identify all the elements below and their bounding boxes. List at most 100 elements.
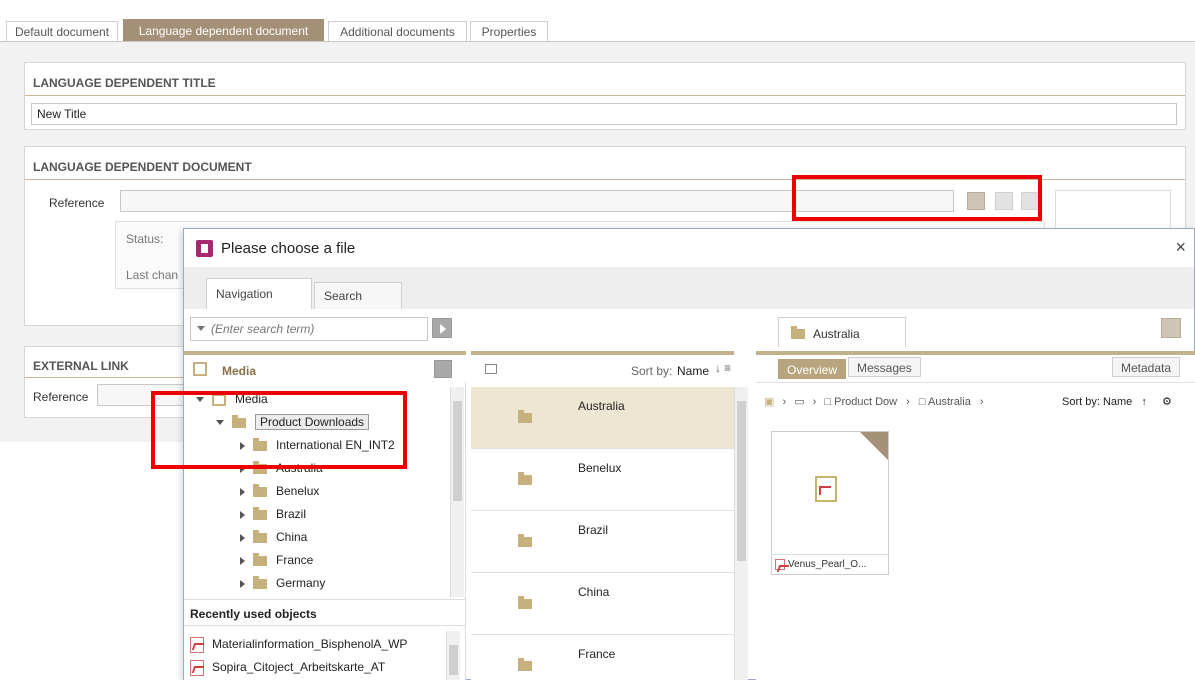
tree-node[interactable]: Brazil (240, 503, 306, 525)
list-item[interactable]: Brazil (471, 511, 734, 573)
highlight-box-tree (151, 391, 407, 469)
list-item-label: Australia (578, 399, 625, 413)
recent-scrollbar[interactable] (446, 631, 460, 680)
tab-properties[interactable]: Properties (470, 21, 548, 42)
chevron-right-icon: › (812, 396, 817, 408)
sort-label: Sort by: Name (1062, 396, 1133, 408)
file-chooser-icon (196, 240, 213, 257)
chevron-right-icon[interactable] (240, 510, 245, 519)
status-label: Status: (126, 232, 164, 246)
recent-item-label: Sopira_Citoject_Arbeitskarte_AT (212, 660, 386, 674)
external-link-heading: EXTERNAL LINK (33, 359, 129, 373)
dialog-tab-strip: Navigation Search (184, 267, 1194, 309)
folder-tab-label: Australia (813, 327, 860, 341)
tree-node[interactable]: China (240, 526, 307, 548)
sort-direction-icon[interactable]: ↓ (715, 361, 721, 375)
folder-icon (253, 506, 267, 520)
title-panel: LANGUAGE DEPENDENT TITLE New Title (24, 62, 1186, 130)
tree-scrollbar[interactable] (450, 387, 464, 597)
sort-direction-icon[interactable]: ↑ (1141, 396, 1147, 408)
tab-messages[interactable]: Messages (848, 357, 921, 377)
search-input[interactable]: (Enter search term) (190, 317, 428, 341)
chevron-right-icon[interactable] (240, 556, 245, 565)
recent-item[interactable]: Sopira_Citoject_Arbeitskarte_AT (190, 656, 385, 678)
tree-node[interactable]: Germany (240, 572, 325, 594)
view-settings-icon[interactable]: ⚙ (1162, 396, 1172, 408)
folder-icon (791, 326, 805, 339)
chevron-right-icon[interactable] (240, 487, 245, 496)
tree-node-label: Germany (276, 576, 326, 590)
list-view-icon[interactable]: ≡ (724, 361, 731, 375)
search-go-button[interactable] (432, 318, 452, 338)
folder-icon (518, 658, 532, 671)
folder-tab-australia[interactable]: Australia (778, 317, 906, 347)
list-item[interactable]: China (471, 573, 734, 635)
pdf-file-icon (775, 558, 785, 570)
list-item[interactable]: France (471, 635, 734, 680)
breadcrumb-item[interactable]: Australia (928, 396, 971, 408)
list-item[interactable]: Australia (471, 387, 734, 449)
tree-toggle-icon[interactable]: ▣ (764, 396, 774, 408)
scroll-thumb[interactable] (737, 401, 746, 561)
recent-objects-title: Recently used objects (190, 607, 317, 621)
eye-icon[interactable] (860, 432, 888, 460)
folder-icon: □ (918, 396, 926, 408)
pdf-file-icon (190, 636, 204, 653)
sort-value[interactable]: Name (677, 364, 709, 378)
media-icon[interactable]: ▭ (794, 396, 804, 408)
open-folder-button[interactable] (1161, 318, 1181, 338)
folder-icon (518, 596, 532, 609)
divider (184, 625, 466, 626)
sort-label: Sort by: (631, 364, 673, 378)
recent-item-label: Materialinformation_BisphenolA_WP (212, 637, 408, 651)
reference-label: Reference (49, 196, 105, 210)
recent-item[interactable]: Materialinformation_BisphenolA_WP (190, 633, 407, 655)
close-icon[interactable]: × (1175, 237, 1186, 258)
search-row: (Enter search term) Australia (184, 309, 1194, 349)
tab-additional-documents[interactable]: Additional documents (328, 21, 467, 42)
tab-metadata[interactable]: Metadata (1112, 357, 1181, 377)
breadcrumb-item[interactable]: Product Dow (834, 396, 897, 408)
file-thumbnail[interactable]: Venus_Pearl_O... (771, 431, 889, 575)
folder-icon (253, 575, 267, 589)
tree-node-label: China (276, 530, 308, 544)
document-panel-heading: LANGUAGE DEPENDENT DOCUMENT (33, 160, 252, 174)
chevron-right-icon: › (782, 396, 787, 408)
chevron-right-icon[interactable] (240, 579, 245, 588)
top-tab-strip: Default document Language dependent docu… (0, 0, 1195, 42)
scroll-thumb[interactable] (449, 645, 458, 675)
list-item-label: Brazil (578, 523, 609, 537)
tab-overview[interactable]: Overview (778, 359, 847, 379)
tree-node[interactable]: Benelux (240, 480, 319, 502)
tab-language-dependent-document[interactable]: Language dependent document (123, 19, 324, 42)
tree-node[interactable]: France (240, 549, 313, 571)
title-input[interactable]: New Title (31, 103, 1177, 125)
preview-header: Overview Messages Metadata (756, 351, 1195, 383)
list-item[interactable]: Benelux (471, 449, 734, 511)
chevron-down-icon[interactable] (197, 326, 205, 331)
folder-icon: □ (824, 396, 832, 408)
pdf-file-icon (815, 476, 837, 502)
refresh-icon[interactable] (434, 360, 452, 378)
tab-search[interactable]: Search (314, 282, 402, 309)
chevron-right-icon[interactable] (240, 533, 245, 542)
dialog-titlebar: Please choose a file × (184, 229, 1194, 267)
tab-navigation[interactable]: Navigation (206, 278, 312, 309)
highlight-box-buttons (792, 175, 1042, 221)
tree-header: Media (184, 351, 466, 383)
chevron-right-icon: › (979, 396, 984, 408)
folder-icon (253, 483, 267, 497)
tab-default-document[interactable]: Default document (6, 21, 118, 42)
tree-node-label: Benelux (276, 484, 320, 498)
list-item-label: Benelux (578, 461, 622, 475)
tree-header-label: Media (222, 364, 257, 378)
tree-node-label: France (276, 553, 314, 567)
preview-panel: Overview Messages Metadata ▣ › ▭ › □ Pro… (756, 351, 1195, 680)
media-icon (193, 362, 207, 376)
sort-control[interactable]: Sort by: Name ↑ ⚙ (1062, 395, 1172, 408)
new-folder-icon[interactable] (485, 364, 497, 374)
scroll-thumb[interactable] (453, 401, 462, 501)
folder-icon (253, 529, 267, 543)
folder-icon (518, 534, 532, 547)
list-scrollbar[interactable] (734, 387, 748, 680)
